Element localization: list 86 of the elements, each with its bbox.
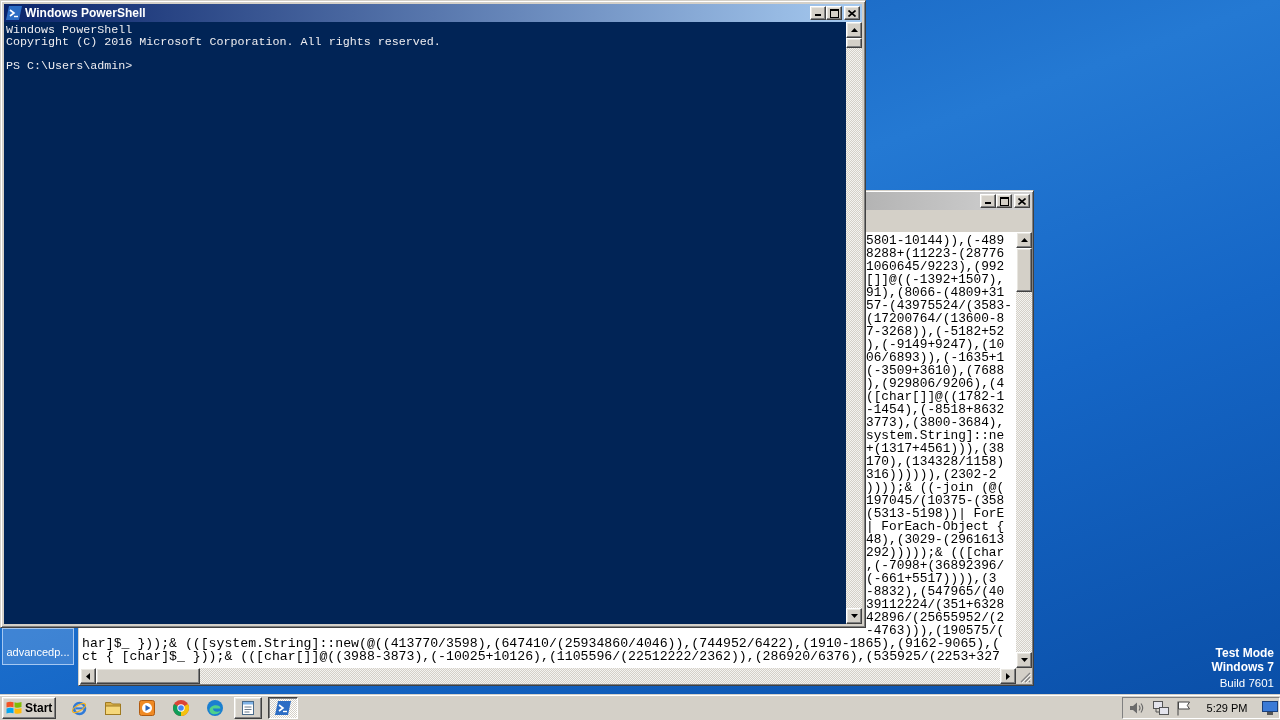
text-line: har]$_ }));& (([system.String]::new(@((413770/3598),(647410/(25934860/4046)),(744952/6422),(1910-1865),(9162-9065),( — [82, 637, 1000, 650]
notepad-icon — [240, 700, 256, 716]
scroll-down-button[interactable] — [846, 608, 862, 624]
text-line: -4763))),(190575/( — [866, 624, 1005, 637]
minimize-button[interactable] — [810, 6, 826, 20]
text-line: 170),(134328/1158) — [866, 455, 1005, 468]
maximize-button[interactable] — [826, 6, 842, 20]
text-line: 42896/(25655952/(2 — [866, 611, 1005, 624]
text-line: 39112224/(351+6328 — [866, 598, 1005, 611]
scrollbar-thumb[interactable] — [846, 38, 862, 48]
command-prompt: PS C:\Users\admin> — [6, 60, 133, 72]
flag-icon[interactable] — [1177, 700, 1191, 716]
four-pane-flag-icon — [6, 701, 22, 715]
text-line: ,(-7098+(36892396/ — [866, 559, 1005, 572]
text-line: (-661+5517)))),(3 — [866, 572, 997, 585]
build-number-text: Build 7601 — [1219, 676, 1274, 690]
close-icon — [1018, 197, 1026, 205]
vertical-scrollbar[interactable] — [1016, 232, 1032, 668]
scroll-right-button[interactable] — [1000, 668, 1016, 684]
network-icon[interactable] — [1153, 700, 1169, 716]
text-line: | ForEach-Object { — [866, 520, 1005, 533]
text-line: 316)))))),(2302-2 — [866, 468, 997, 481]
text-line: ),(-9149+9247),(10 — [866, 338, 1005, 351]
up-arrow-icon — [850, 28, 858, 32]
taskbar-button[interactable] — [268, 697, 298, 719]
minimize-icon — [985, 202, 991, 204]
text-line: 1060645/9223),(992 — [866, 260, 1005, 273]
text-line: system.String]::ne — [866, 429, 1005, 442]
minimize-icon — [815, 14, 821, 16]
round-logo-icon[interactable] — [173, 700, 189, 716]
text-line: ),(929806/9206),(4 — [866, 377, 1005, 390]
up-arrow-icon — [1020, 238, 1028, 242]
size-grip-icon[interactable] — [1020, 672, 1031, 683]
right-arrow-icon — [1006, 672, 1010, 680]
text-line: 48),(3029-(2961613 — [866, 533, 1005, 546]
os-version-text: Windows 7 — [1211, 660, 1274, 674]
text-line: (17200764/(13600-8 — [866, 312, 1005, 325]
text-line: 292)))));& (([char — [866, 546, 1005, 559]
text-line: 06/6893)),(-1635+1 — [866, 351, 1005, 364]
swirl-logo-icon[interactable] — [207, 700, 223, 716]
text-line: ct { [char]$_ }));& (([char[]]@((3988-3873),(-10025+10126),(1105596/(22512222/2362)),(286920/6376),(535925/(2253+327 — [82, 650, 1000, 663]
left-arrow-icon — [86, 672, 90, 680]
close-button[interactable] — [844, 6, 860, 20]
text-line: -1454),(-8518+8632 — [866, 403, 1005, 416]
orbit-logo-icon[interactable] — [71, 700, 87, 716]
vertical-scrollbar[interactable] — [846, 22, 862, 624]
window-title: Windows PowerShell — [25, 6, 146, 20]
text-line: ))));& ((-join (@( — [866, 481, 1005, 494]
monitor-icon[interactable] — [1262, 701, 1278, 715]
terminal-icon — [275, 700, 291, 716]
text-line: 57-(43975524/(3583- — [866, 299, 1012, 312]
text-line: []]@((-1392+1507), — [866, 273, 1005, 286]
down-arrow-icon — [850, 614, 858, 618]
text-line: 3773),(3800-3684), — [866, 416, 1005, 429]
text-line: 5801-10144)),(-489 — [866, 234, 1005, 247]
play-icon[interactable] — [139, 700, 155, 716]
maximize-icon — [829, 8, 839, 18]
scroll-down-button[interactable] — [1016, 652, 1032, 668]
scroll-up-button[interactable] — [846, 22, 862, 38]
console-panel[interactable]: Windows PowerShell Copyright (C) 2016 Microsoft Corporation. All rights reserved. PS C:\Users\admin> — [4, 22, 846, 624]
scroll-up-button[interactable] — [1016, 232, 1032, 248]
start-button[interactable]: Start — [2, 697, 56, 719]
text-line: 8288+(11223-(28776 — [866, 247, 1005, 260]
scrollbar-thumb[interactable] — [1016, 248, 1032, 292]
text-line: +(1317+4561))),(38 — [866, 442, 1005, 455]
folder-icon[interactable] — [105, 701, 121, 715]
clock[interactable]: 5:29 PM — [1205, 702, 1249, 714]
scroll-left-button[interactable] — [80, 668, 96, 684]
horizontal-scrollbar[interactable] — [80, 668, 1016, 684]
terminal-icon — [6, 5, 22, 21]
console-line: Copyright (C) 2016 Microsoft Corporation. All rights reserved. — [6, 36, 441, 48]
console-line: Windows PowerShell — [6, 24, 133, 36]
maximize-icon — [999, 196, 1009, 206]
test-mode-text: Test Mode — [1215, 646, 1274, 660]
text-line: 197045/(10375-(358 — [866, 494, 1005, 507]
down-arrow-icon — [1020, 658, 1028, 662]
close-icon — [848, 9, 856, 17]
text-line: (5313-5198))| ForE — [866, 507, 1005, 520]
text-line: 91),(8066-(4809+31 — [866, 286, 1005, 299]
text-line: (-3509+3610),(7688 — [866, 364, 1005, 377]
text-line: -8832),(547965/(40 — [866, 585, 1005, 598]
text-line: ([char[]]@((1782-1 — [866, 390, 1005, 403]
desktop-icon-label[interactable]: advancedp... — [2, 628, 74, 665]
scrollbar-thumb[interactable] — [96, 668, 200, 684]
speaker-icon[interactable] — [1129, 701, 1145, 715]
text-line: 7-3268)),(-5182+52 — [866, 325, 1005, 338]
